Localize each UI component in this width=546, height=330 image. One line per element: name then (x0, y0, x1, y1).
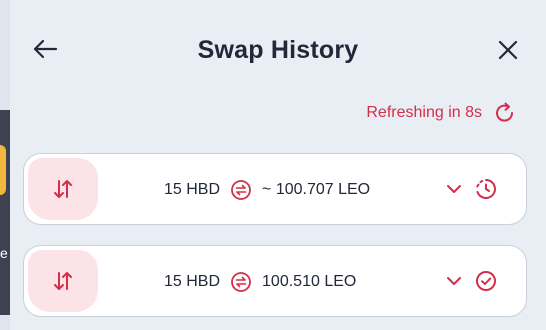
refresh-indicator: Refreshing in 8s (366, 100, 518, 126)
background-glyph: e (0, 245, 8, 261)
swap-history-panel: Swap History Refreshing in 8s 15 HBD ~ 1… (10, 0, 546, 330)
close-button[interactable] (494, 36, 522, 64)
chevron-down-icon (447, 185, 461, 193)
expand-button[interactable] (444, 179, 464, 199)
swap-summary: 15 HBD ~ 100.707 LEO (164, 154, 371, 224)
refresh-countdown-text: Refreshing in 8s (366, 104, 482, 121)
expand-button[interactable] (444, 271, 464, 291)
swap-type-badge (28, 250, 98, 312)
swap-arrows-icon (54, 180, 72, 198)
refresh-icon (496, 102, 514, 122)
swap-summary: 15 HBD 100.510 LEO (164, 246, 357, 316)
background-app-strip: e (0, 0, 10, 330)
refresh-button[interactable] (492, 100, 518, 126)
swap-item[interactable]: 15 HBD 100.510 LEO (23, 245, 527, 317)
swap-history-screen: e Swap History Refreshing in 8s 15 HBD ~… (0, 0, 546, 330)
swap-to-amount: ~ 100.707 LEO (262, 181, 371, 198)
pending-clock-icon (474, 177, 498, 201)
page-title: Swap History (197, 36, 359, 64)
swap-from-amount: 15 HBD (164, 273, 221, 290)
chevron-down-icon (447, 277, 461, 285)
swap-from-amount: 15 HBD (164, 181, 221, 198)
swap-type-badge (28, 158, 98, 220)
background-gold-badge (0, 145, 6, 195)
background-dark-panel (0, 110, 10, 315)
exchange-icon (230, 271, 252, 293)
header: Swap History (10, 0, 546, 100)
swap-arrows-icon (54, 272, 72, 290)
close-icon (498, 40, 518, 60)
swap-item[interactable]: 15 HBD ~ 100.707 LEO (23, 153, 527, 225)
swap-to-amount: 100.510 LEO (262, 273, 357, 290)
completed-check-icon (474, 269, 498, 293)
exchange-icon (230, 179, 252, 201)
